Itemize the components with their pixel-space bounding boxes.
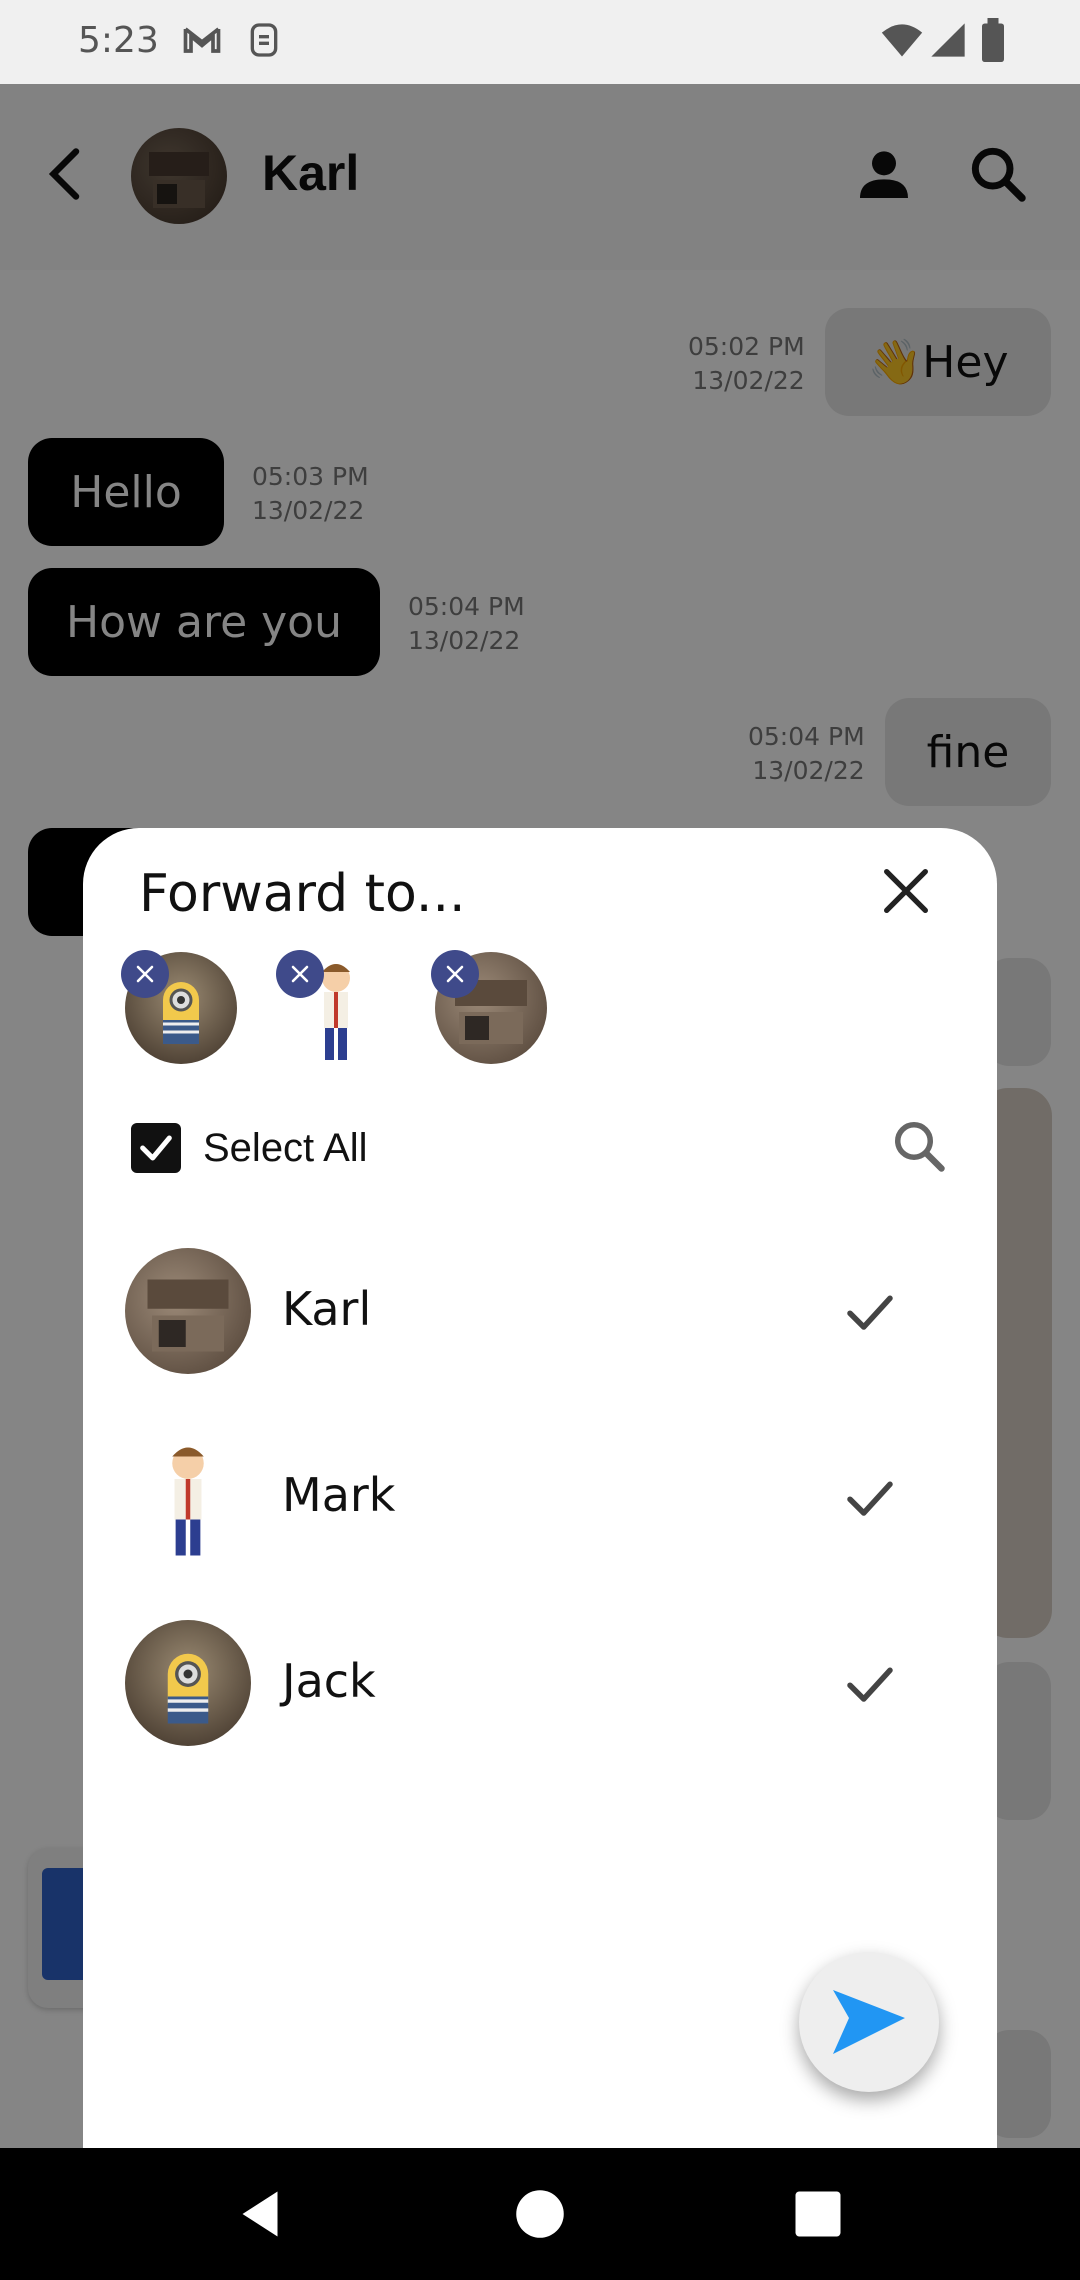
close-icon — [136, 965, 154, 983]
remove-chip-button[interactable] — [276, 950, 324, 998]
wifi-icon — [881, 24, 923, 57]
nav-home-icon[interactable] — [510, 2184, 570, 2244]
minion-avatar — [125, 1620, 251, 1746]
status-bar: 5:23 — [0, 0, 1080, 84]
selected-chip — [431, 950, 547, 1064]
contact-name: Karl — [282, 1282, 372, 1336]
send-icon — [833, 1990, 905, 2054]
contact-name: Mark — [282, 1468, 396, 1522]
dialog-title: Forward to... — [139, 864, 466, 924]
remove-chip-button[interactable] — [121, 950, 169, 998]
close-icon — [291, 965, 309, 983]
status-time: 5:23 — [78, 20, 159, 61]
selected-chip — [121, 950, 237, 1064]
send-button[interactable] — [799, 1952, 939, 2092]
select-all-checkbox[interactable] — [131, 1123, 181, 1173]
select-all-row[interactable]: Select All — [131, 1118, 531, 1178]
gmail-icon — [183, 27, 221, 53]
sim-icon — [250, 23, 278, 57]
check-icon — [847, 1295, 893, 1330]
contact-row[interactable]: Karl — [125, 1248, 945, 1378]
nav-back-icon[interactable] — [230, 2184, 290, 2244]
contact-name: Jack — [282, 1654, 376, 1708]
navigation-bar — [0, 2148, 1080, 2280]
remove-chip-button[interactable] — [431, 950, 479, 998]
cartoon-boy-avatar — [125, 1434, 251, 1560]
signal-icon — [931, 23, 965, 57]
select-all-label: Select All — [203, 1125, 368, 1170]
check-icon — [847, 1481, 893, 1516]
battery-icon — [982, 18, 1004, 62]
contact-row[interactable]: Jack — [125, 1620, 945, 1750]
search-icon[interactable] — [889, 1116, 949, 1176]
selected-chip — [276, 950, 392, 1064]
nav-recents-icon[interactable] — [788, 2184, 848, 2244]
check-icon — [140, 1135, 172, 1161]
close-icon[interactable] — [877, 862, 935, 920]
kitchen-avatar — [125, 1248, 251, 1374]
close-icon — [446, 965, 464, 983]
forward-dialog: Forward to... Select All Karl Mark Jack — [83, 828, 997, 2148]
contact-row[interactable]: Mark — [125, 1434, 945, 1564]
check-icon — [847, 1667, 893, 1702]
